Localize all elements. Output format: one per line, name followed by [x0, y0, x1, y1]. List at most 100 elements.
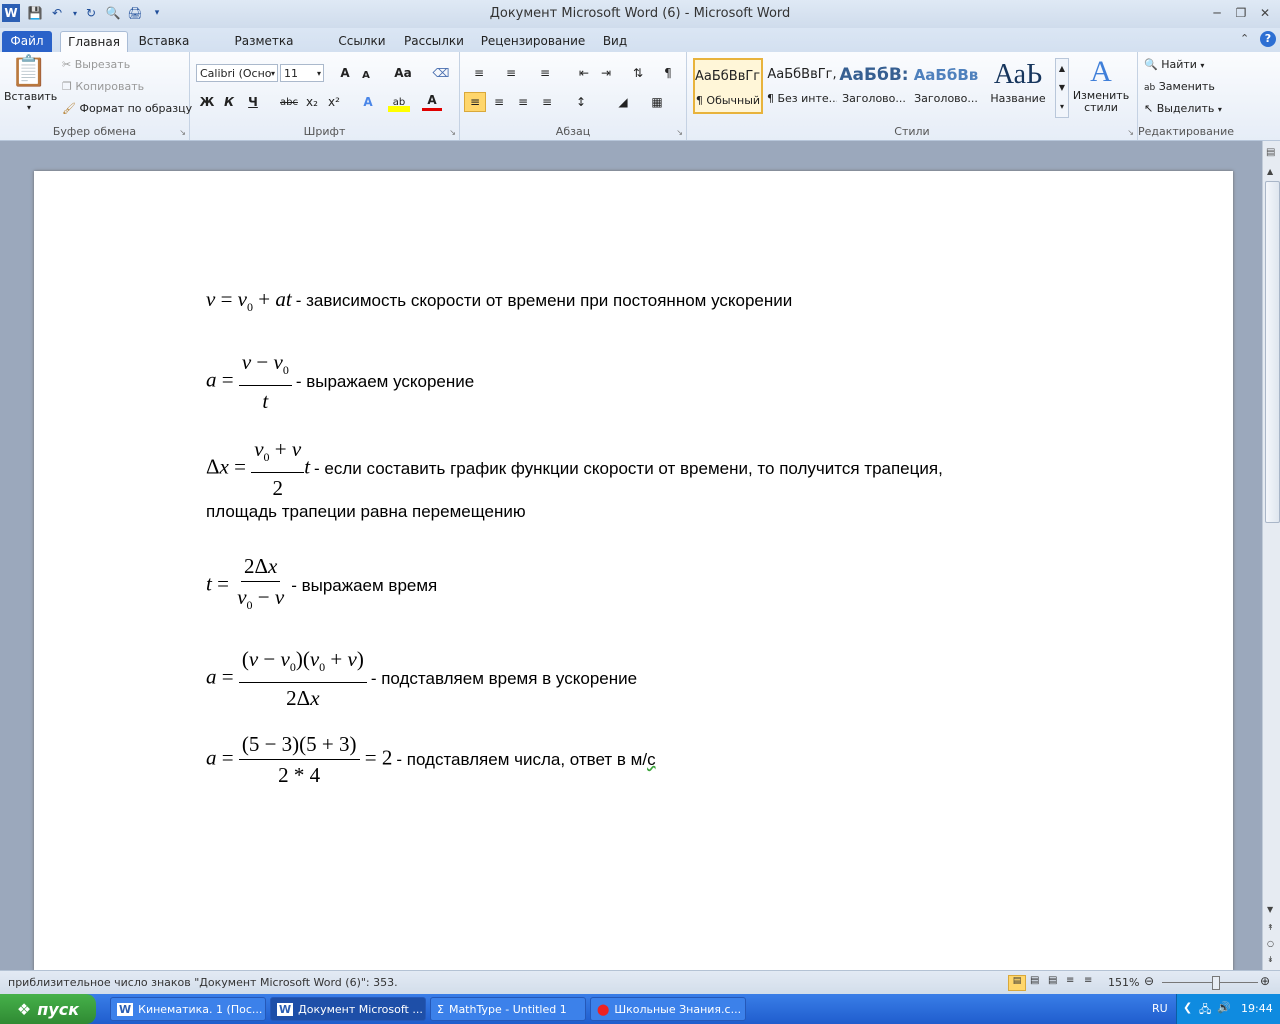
bold-button[interactable]: Ж: [198, 92, 216, 112]
close-button[interactable]: ✕: [1254, 4, 1276, 22]
zoom-in-icon[interactable]: ⊕: [1260, 974, 1270, 988]
justify-icon[interactable]: ≡: [536, 92, 558, 112]
window-title: Документ Microsoft Word (6) - Microsoft …: [489, 6, 791, 21]
font-name-combo[interactable]: Calibri (Осно ▾: [196, 64, 278, 82]
scroll-down-icon[interactable]: ▼: [1267, 905, 1273, 914]
select-button[interactable]: ↖ Выделить ▾: [1144, 102, 1222, 115]
taskbar-item[interactable]: Σ MathType - Untitled 1: [430, 997, 586, 1021]
borders-icon[interactable]: ▦: [644, 92, 670, 112]
styles-scroll[interactable]: ▲ ▼ ▾: [1055, 58, 1069, 118]
tab-references[interactable]: Ссылки: [334, 31, 390, 52]
superscript-button[interactable]: x²: [324, 92, 344, 112]
tab-file[interactable]: Файл: [2, 31, 52, 52]
restore-button[interactable]: ❐: [1230, 4, 1252, 22]
outline-view-icon[interactable]: ≡: [1066, 975, 1074, 986]
tab-home[interactable]: Главная: [60, 31, 128, 53]
volume-icon[interactable]: 🔊: [1217, 1001, 1231, 1014]
align-center-icon[interactable]: ≡: [488, 92, 510, 112]
dialog-launcher-icon[interactable]: ↘: [676, 128, 683, 137]
dialog-launcher-icon[interactable]: ↘: [449, 128, 456, 137]
text-effects-icon[interactable]: A: [358, 92, 378, 112]
font-color-button[interactable]: A: [422, 92, 442, 111]
zoom-slider[interactable]: [1162, 982, 1258, 983]
taskbar-item[interactable]: W Кинематика. 1 (Пос...: [110, 997, 266, 1021]
taskbar-item[interactable]: ⬤ Школьные Знания.с...: [590, 997, 746, 1021]
tab-review[interactable]: Рецензирование: [478, 31, 588, 52]
equation-line-5[interactable]: a = (v − v0)(v0 + v) 2Δx - подставляем вр…: [206, 644, 637, 713]
format-painter-button[interactable]: 🖌 Формат по образцу: [62, 102, 192, 115]
bullets-icon[interactable]: ≡: [468, 63, 490, 83]
title-bar: W 💾 ↶ ▾ ↻ 🔍 🖨 ▾ Документ Microsoft Word …: [0, 0, 1280, 28]
strikethrough-button[interactable]: abc: [278, 92, 300, 112]
zoom-slider-thumb[interactable]: [1212, 976, 1220, 990]
line-spacing-icon[interactable]: ↕: [568, 92, 594, 112]
full-screen-reading-icon[interactable]: ▤: [1030, 975, 1039, 986]
align-right-icon[interactable]: ≡: [512, 92, 534, 112]
taskbar-item-active[interactable]: W Документ Microsoft ...: [270, 997, 426, 1021]
decrease-indent-icon[interactable]: ⇤: [574, 63, 594, 83]
paragraph-text[interactable]: площадь трапеции равна перемещению: [206, 502, 526, 522]
paragraph-text: - выражаем ускорение: [295, 371, 475, 391]
previous-page-icon[interactable]: ↟: [1267, 923, 1274, 932]
style-title[interactable]: АаЬ Название: [983, 58, 1053, 114]
shading-icon[interactable]: ◢: [610, 92, 636, 112]
subscript-button[interactable]: x₂: [302, 92, 322, 112]
network-icon[interactable]: 🖧: [1199, 1001, 1211, 1020]
equation-line-6[interactable]: a = (5 − 3)(5 + 3) 2 * 4 = 2 - подставляе…: [206, 729, 656, 790]
dialog-launcher-icon[interactable]: ↘: [179, 128, 186, 137]
find-button[interactable]: 🔍 Найти ▾: [1144, 58, 1204, 71]
dialog-launcher-icon[interactable]: ↘: [1127, 128, 1134, 137]
align-left-icon[interactable]: ≡: [464, 92, 486, 112]
scroll-up-icon[interactable]: ▲: [1267, 167, 1273, 176]
underline-button[interactable]: Ч: [244, 92, 262, 112]
zoom-level[interactable]: 151%: [1108, 976, 1139, 989]
equation-line-1[interactable]: v = v0 + at - зависимость скорости от вр…: [206, 287, 792, 315]
paste-button[interactable]: 📋 Вставить ▾: [4, 54, 57, 118]
change-case-button[interactable]: Aa: [390, 63, 416, 83]
draft-view-icon[interactable]: ≡: [1084, 975, 1092, 986]
tab-insert[interactable]: Вставка: [136, 31, 192, 52]
print-layout-icon[interactable]: ▤: [1008, 975, 1026, 991]
clear-format-icon[interactable]: ⌫: [430, 63, 452, 83]
font-size-combo[interactable]: 11 ▾: [280, 64, 324, 82]
shrink-font-button[interactable]: A: [358, 65, 374, 85]
scroll-thumb[interactable]: [1265, 181, 1280, 523]
grow-font-button[interactable]: A: [336, 63, 354, 83]
highlight-button[interactable]: ab: [388, 92, 410, 112]
numbering-icon[interactable]: ≡: [500, 63, 522, 83]
cut-button[interactable]: ✂ Вырезать: [62, 58, 130, 71]
word-icon: W: [277, 1002, 294, 1016]
document-page[interactable]: v = v0 + at - зависимость скорости от вр…: [34, 171, 1233, 971]
zoom-out-icon[interactable]: ⊖: [1144, 974, 1154, 988]
next-page-icon[interactable]: ↡: [1267, 955, 1274, 964]
multilevel-list-icon[interactable]: ≡: [534, 63, 556, 83]
start-button[interactable]: ❖ пуск: [0, 994, 96, 1024]
italic-button[interactable]: К: [220, 92, 238, 112]
pilcrow-icon[interactable]: ¶: [658, 63, 678, 83]
style-no-spacing[interactable]: АаБбВвГг, ¶ Без инте...: [767, 58, 837, 114]
browse-object-icon[interactable]: ○: [1267, 939, 1274, 948]
vertical-scrollbar[interactable]: ▤ ▲ ▼ ↟ ○ ↡: [1262, 141, 1280, 970]
style-heading-1[interactable]: АаБбВ: Заголово...: [839, 58, 909, 114]
minimize-button[interactable]: ─: [1206, 4, 1228, 22]
tab-view[interactable]: Вид: [598, 31, 632, 52]
style-heading-2[interactable]: АаБбВв Заголово...: [911, 58, 981, 114]
style-normal[interactable]: АаБбВвГг, ¶ Обычный: [693, 58, 763, 114]
equation-line-3[interactable]: Δx = v0 + v2t - если составить график фу…: [206, 434, 943, 503]
change-styles-button[interactable]: A Изменить стили: [1071, 54, 1131, 114]
equation-line-2[interactable]: a = v − v0 t - выражаем ускорение: [206, 347, 474, 416]
minimize-ribbon-icon[interactable]: ⌃: [1240, 32, 1249, 45]
equation-line-4[interactable]: t = 2Δx v0 − v - выражаем время: [206, 551, 437, 620]
tray-expand-icon[interactable]: ❮: [1183, 1001, 1192, 1014]
ruler-toggle-icon[interactable]: ▤: [1266, 147, 1275, 158]
language-indicator[interactable]: RU: [1152, 1002, 1168, 1015]
help-icon[interactable]: ?: [1260, 31, 1276, 47]
tab-mailings[interactable]: Рассылки: [400, 31, 468, 52]
copy-button[interactable]: ❐ Копировать: [62, 80, 144, 93]
clock[interactable]: 19:44: [1241, 1002, 1273, 1015]
tab-page-layout[interactable]: Разметка страницы: [202, 31, 326, 69]
increase-indent-icon[interactable]: ⇥: [596, 63, 616, 83]
sort-icon[interactable]: ⇅: [628, 63, 648, 83]
replace-button[interactable]: ab Заменить: [1144, 80, 1215, 93]
web-layout-icon[interactable]: ▤: [1048, 975, 1057, 986]
